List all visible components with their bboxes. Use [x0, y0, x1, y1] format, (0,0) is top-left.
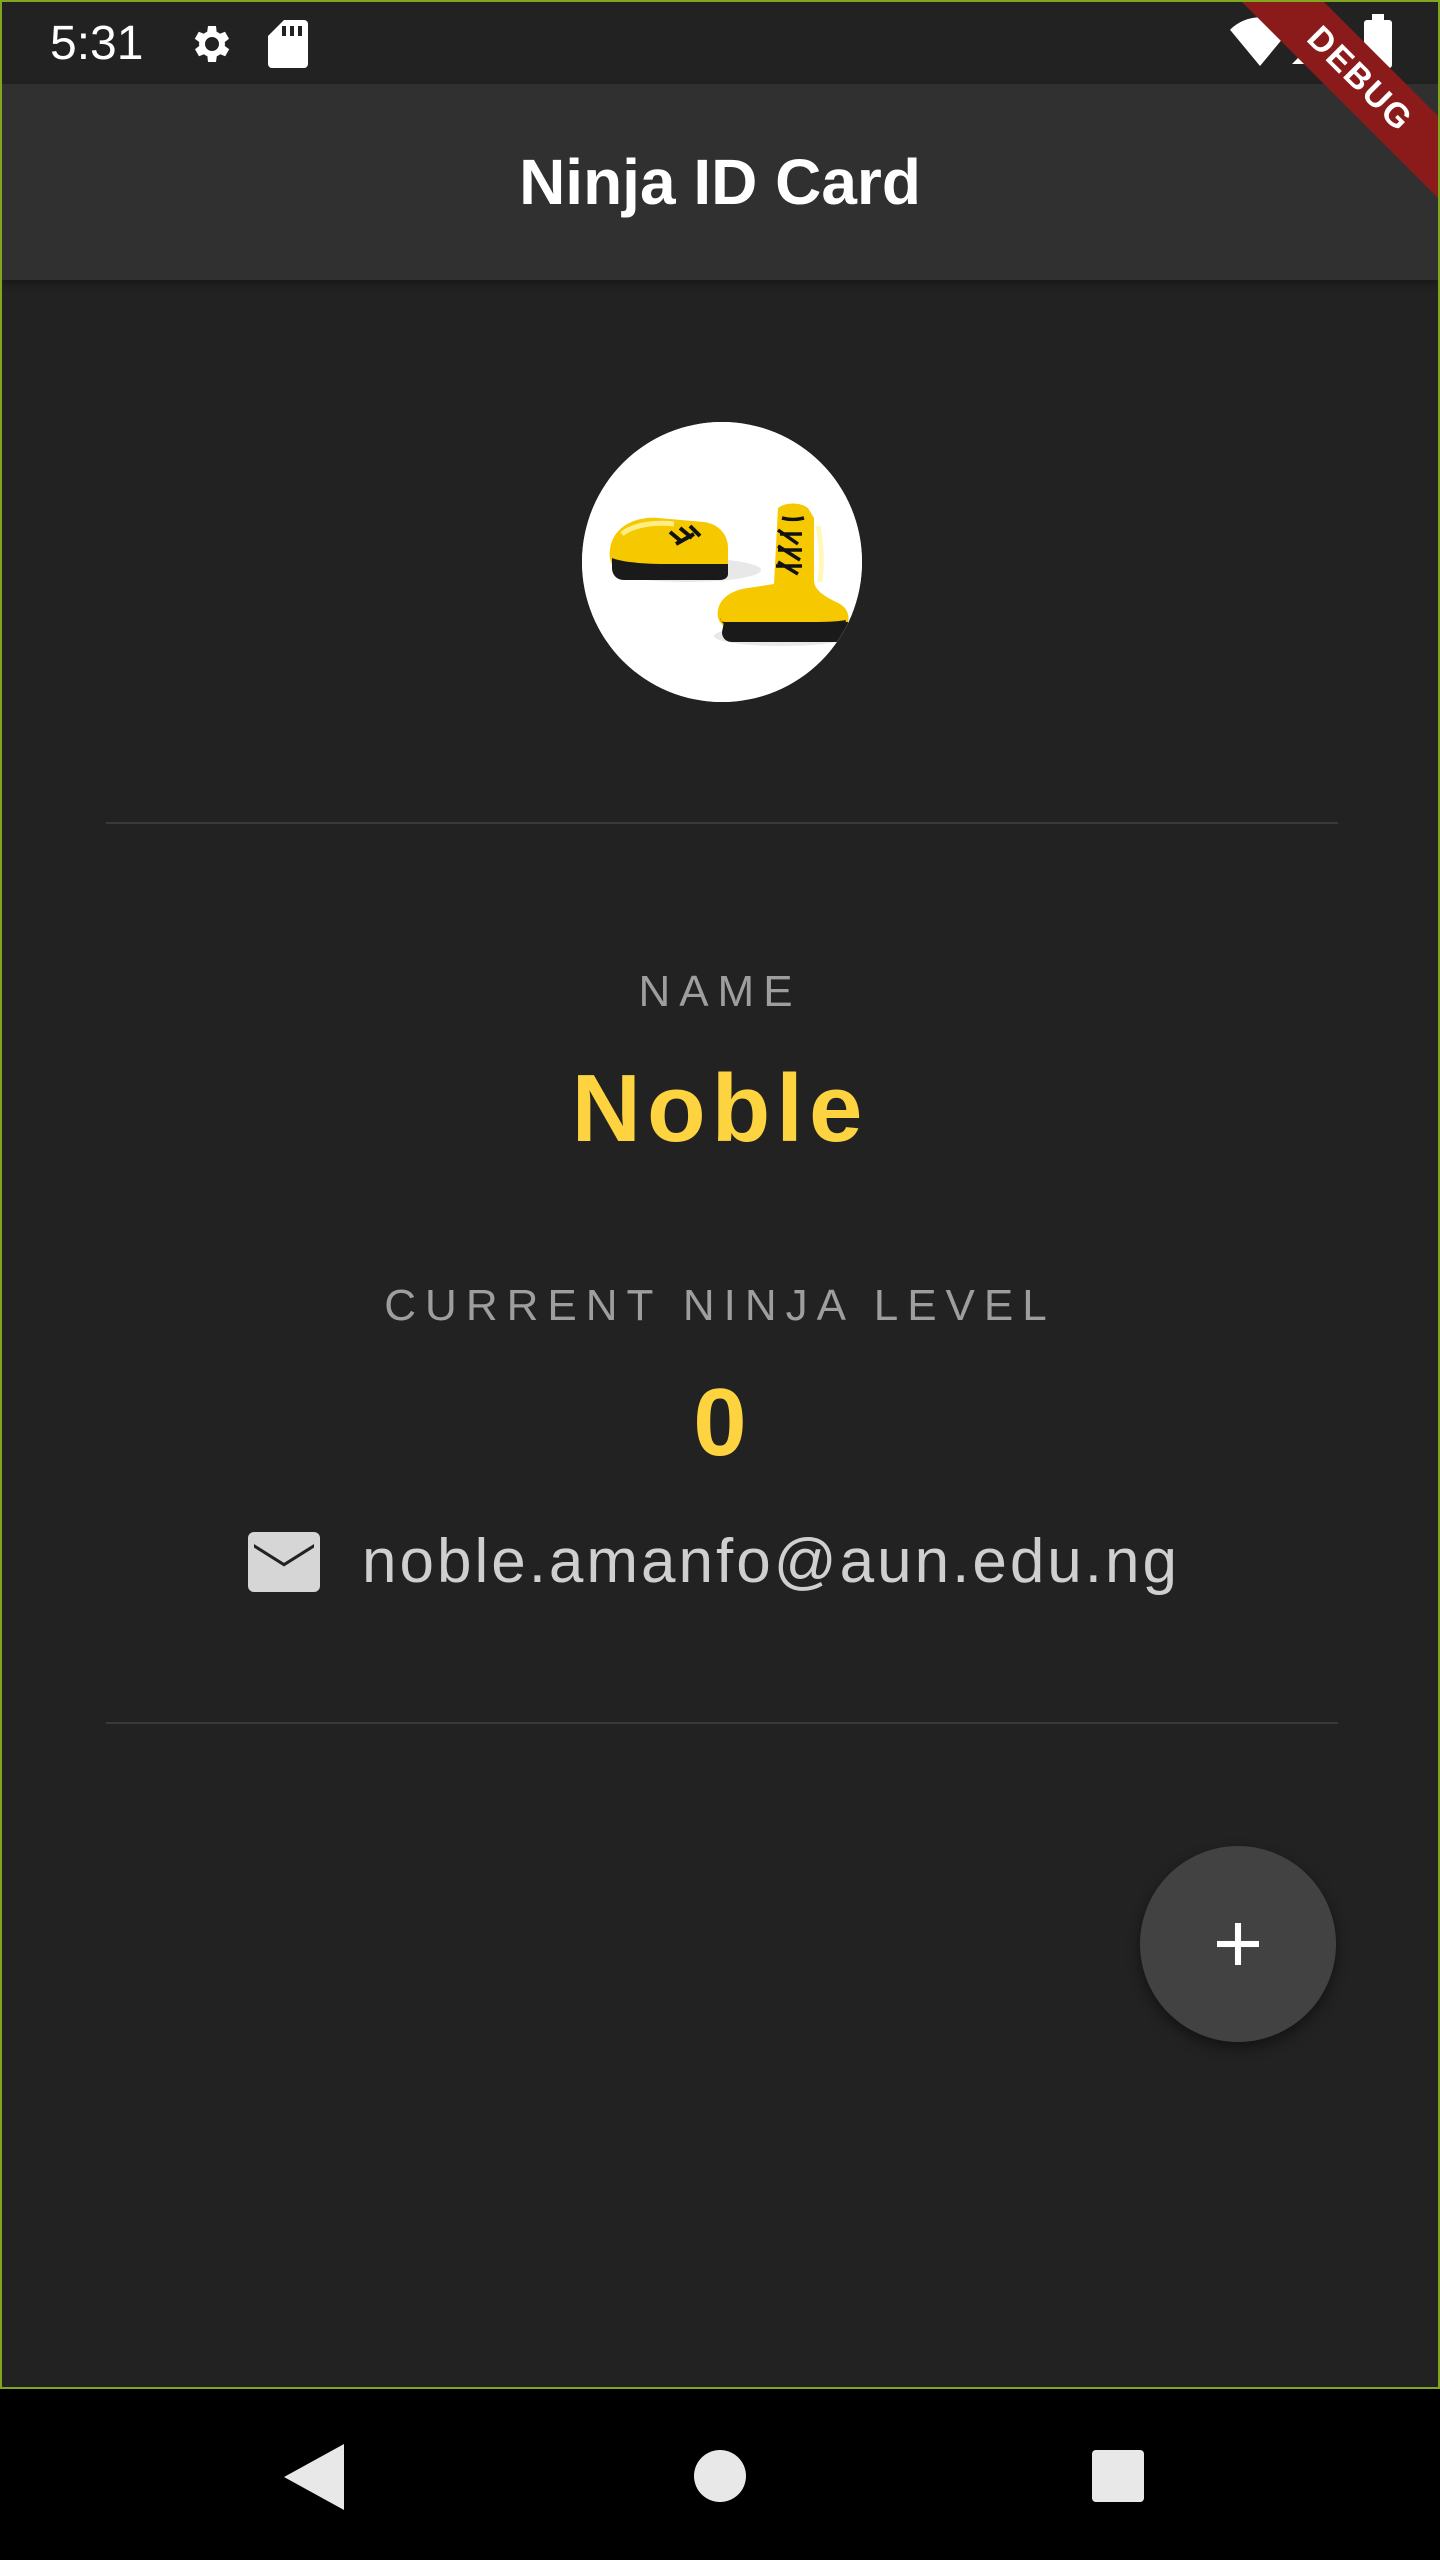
- email-text: noble.amanfo@aun.edu.ng: [362, 1527, 1180, 1596]
- home-icon[interactable]: [694, 2450, 746, 2502]
- app-frame: 5:31 Ninja ID Card DEBUG NAME Noble CURR…: [0, 0, 1440, 2389]
- page-title: Ninja ID Card: [519, 146, 921, 218]
- name-label: NAME: [638, 967, 802, 1016]
- avatar: [582, 422, 862, 702]
- email-row: noble.amanfo@aun.edu.ng: [248, 1522, 1180, 1602]
- mail-icon: [248, 1532, 320, 1592]
- level-value: 0: [693, 1369, 747, 1476]
- add-button[interactable]: [1140, 1846, 1336, 2042]
- gear-icon: [194, 26, 230, 62]
- name-value: Noble: [571, 1055, 869, 1162]
- plus-icon: [1217, 1923, 1259, 1965]
- status-time: 5:31: [50, 17, 144, 70]
- divider-bottom: [106, 1722, 1338, 1724]
- app-bar: Ninja ID Card: [2, 84, 1438, 280]
- recents-icon[interactable]: [1092, 2450, 1144, 2502]
- device-screen: 5:31 Ninja ID Card DEBUG NAME Noble CURR…: [0, 0, 1440, 2560]
- status-bar: 5:31: [2, 2, 1438, 84]
- navigation-bar: [0, 2390, 1440, 2560]
- yellow-boots-image: [582, 422, 862, 702]
- divider-top: [106, 822, 1338, 824]
- level-label: CURRENT NINJA LEVEL: [384, 1281, 1056, 1330]
- back-icon[interactable]: [284, 2444, 344, 2510]
- sd-card-icon: [268, 20, 308, 68]
